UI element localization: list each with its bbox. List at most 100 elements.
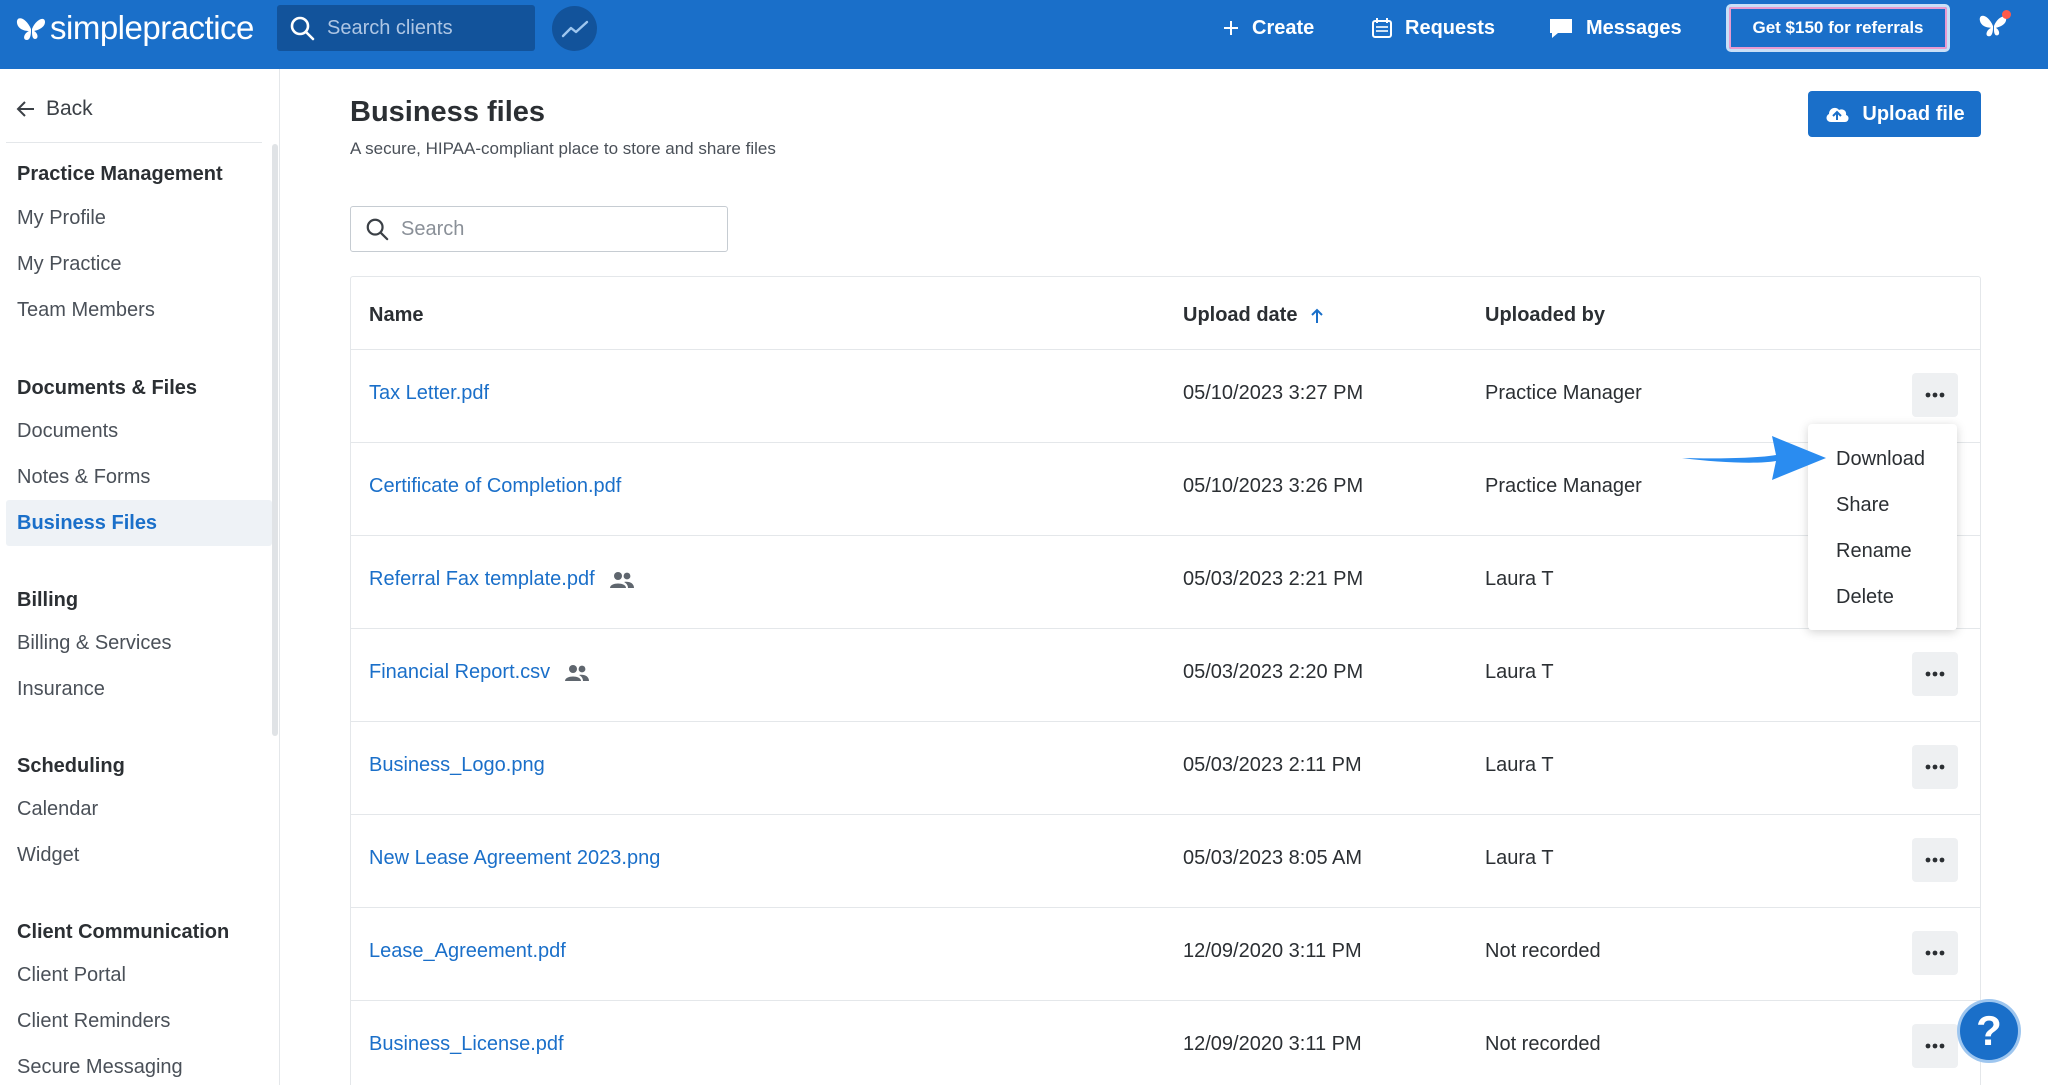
- create-button[interactable]: Create: [1222, 12, 1314, 44]
- file-name-link[interactable]: Business_Logo.png: [369, 754, 545, 777]
- file-name-link[interactable]: Financial Report.csv: [369, 661, 550, 684]
- back-link[interactable]: Back: [16, 97, 93, 121]
- help-button[interactable]: ?: [1960, 1002, 2018, 1060]
- upload-date-label: Upload date: [1183, 304, 1298, 326]
- section-documents-files: Documents & Files: [17, 377, 198, 399]
- sidebar-scrollbar[interactable]: [272, 144, 278, 736]
- back-label: Back: [46, 97, 93, 120]
- file-name[interactable]: Business_Logo.png: [369, 754, 545, 777]
- more-actions-button[interactable]: [1912, 652, 1958, 696]
- column-header-upload-date[interactable]: Upload date: [1183, 304, 1325, 327]
- cloud-upload-icon: [1826, 107, 1849, 122]
- menu-item-delete[interactable]: Delete: [1836, 586, 1894, 609]
- client-search[interactable]: [277, 5, 535, 51]
- messages-label: Messages: [1586, 16, 1682, 39]
- requests-label: Requests: [1405, 16, 1496, 39]
- uploaded-by: Laura T: [1485, 661, 1554, 683]
- sidebar-item-business-files[interactable]: Business Files: [17, 512, 157, 535]
- more-actions-button[interactable]: [1912, 1024, 1958, 1068]
- upload-file-button[interactable]: Upload file: [1808, 91, 1981, 137]
- upload-date: 05/03/2023 8:05 AM: [1183, 847, 1363, 869]
- file-name-link[interactable]: Business_License.pdf: [369, 1033, 564, 1056]
- logo-text: simplepractice: [50, 9, 254, 46]
- file-name[interactable]: Referral Fax template.pdf: [369, 568, 635, 591]
- section-practice-management: Practice Management: [17, 163, 223, 185]
- file-name[interactable]: Certificate of Completion.pdf: [369, 475, 621, 498]
- page-subtitle: A secure, HIPAA-compliant place to store…: [350, 139, 776, 158]
- menu-item-share[interactable]: Share: [1836, 494, 1889, 517]
- analytics-button[interactable]: [552, 6, 597, 51]
- column-header-uploaded-by[interactable]: Uploaded by: [1485, 304, 1605, 327]
- more-actions-button[interactable]: [1912, 373, 1958, 417]
- ellipsis-icon: [1925, 671, 1945, 677]
- sidebar-item-my-practice[interactable]: My Practice: [17, 253, 121, 276]
- chat-bubble-icon: [1550, 19, 1572, 38]
- file-name[interactable]: Financial Report.csv: [369, 661, 590, 684]
- search-icon: [290, 16, 315, 41]
- sidebar-item-billing-services[interactable]: Billing & Services: [17, 632, 172, 655]
- file-name-link[interactable]: Tax Letter.pdf: [369, 382, 489, 405]
- section-scheduling: Scheduling: [17, 755, 125, 777]
- butterfly-logo-icon: [16, 18, 45, 40]
- column-header-name[interactable]: Name: [369, 304, 423, 327]
- sidebar-item-insurance[interactable]: Insurance: [17, 678, 105, 701]
- top-navigation: simplepractice Create Requests: [0, 0, 2048, 69]
- ellipsis-icon: [1925, 857, 1945, 863]
- upload-date: 05/03/2023 2:20 PM: [1183, 661, 1364, 683]
- uploaded-by: Not recorded: [1485, 940, 1601, 962]
- file-search-input[interactable]: [401, 217, 721, 241]
- annotation-arrow-icon: [1682, 436, 1826, 480]
- file-name-link[interactable]: Certificate of Completion.pdf: [369, 475, 621, 498]
- upload-date: 05/03/2023 2:21 PM: [1183, 568, 1364, 590]
- file-name-link[interactable]: Lease_Agreement.pdf: [369, 940, 566, 963]
- referral-button[interactable]: Get $150 for referrals: [1726, 4, 1950, 52]
- shared-users-icon: [609, 571, 634, 588]
- file-name-link[interactable]: Referral Fax template.pdf: [369, 568, 595, 591]
- table-row: New Lease Agreement 2023.png 05/03/2023 …: [351, 814, 1980, 907]
- sidebar-item-secure-messaging[interactable]: Secure Messaging: [17, 1056, 183, 1079]
- table-row: Referral Fax template.pdf 05/03/2023 2:2…: [351, 535, 1980, 628]
- settings-sidebar: Back Practice Management My Profile My P…: [0, 69, 280, 1085]
- calendar-icon: [1372, 18, 1392, 38]
- notifications-button[interactable]: [1977, 10, 2013, 46]
- plus-icon: [1224, 21, 1238, 35]
- sidebar-item-client-portal[interactable]: Client Portal: [17, 964, 126, 987]
- upload-file-label: Upload file: [1862, 102, 1965, 125]
- more-actions-button[interactable]: [1912, 931, 1958, 975]
- divider: [6, 142, 262, 143]
- more-actions-button[interactable]: [1912, 838, 1958, 882]
- sidebar-item-calendar[interactable]: Calendar: [17, 798, 98, 821]
- sidebar-item-widget[interactable]: Widget: [17, 844, 79, 867]
- uploaded-by: Laura T: [1485, 568, 1554, 590]
- file-name[interactable]: New Lease Agreement 2023.png: [369, 847, 660, 870]
- upload-date: 12/09/2020 3:11 PM: [1183, 940, 1362, 962]
- file-name[interactable]: Business_License.pdf: [369, 1033, 564, 1056]
- file-name[interactable]: Tax Letter.pdf: [369, 382, 489, 405]
- ellipsis-icon: [1925, 1043, 1945, 1049]
- section-billing: Billing: [17, 589, 79, 611]
- upload-date: 05/10/2023 3:27 PM: [1183, 382, 1364, 404]
- section-client-communication: Client Communication: [17, 921, 230, 943]
- upload-date: 05/10/2023 3:26 PM: [1183, 475, 1364, 497]
- menu-item-rename[interactable]: Rename: [1836, 540, 1912, 563]
- menu-item-download[interactable]: Download: [1836, 448, 1925, 471]
- trend-line-icon: [561, 20, 588, 37]
- table-row: Business_License.pdf 12/09/2020 3:11 PM …: [351, 1000, 1980, 1085]
- sidebar-item-my-profile[interactable]: My Profile: [17, 207, 106, 230]
- ellipsis-icon: [1925, 392, 1945, 398]
- requests-button[interactable]: Requests: [1371, 12, 1495, 44]
- messages-button[interactable]: Messages: [1548, 12, 1682, 44]
- file-name[interactable]: Lease_Agreement.pdf: [369, 940, 566, 963]
- more-actions-button[interactable]: [1912, 745, 1958, 789]
- sidebar-item-team-members[interactable]: Team Members: [17, 299, 155, 322]
- client-search-input[interactable]: [327, 16, 527, 40]
- uploaded-by: Laura T: [1485, 754, 1554, 776]
- sidebar-item-client-reminders[interactable]: Client Reminders: [17, 1010, 170, 1033]
- sidebar-item-documents[interactable]: Documents: [17, 420, 118, 443]
- sidebar-item-notes-forms[interactable]: Notes & Forms: [17, 466, 150, 489]
- files-table: Name Upload date Uploaded by Tax Letter.…: [350, 276, 1981, 1085]
- logo[interactable]: simplepractice: [14, 8, 254, 48]
- create-label: Create: [1252, 16, 1315, 39]
- file-search[interactable]: [350, 206, 728, 252]
- file-name-link[interactable]: New Lease Agreement 2023.png: [369, 847, 660, 870]
